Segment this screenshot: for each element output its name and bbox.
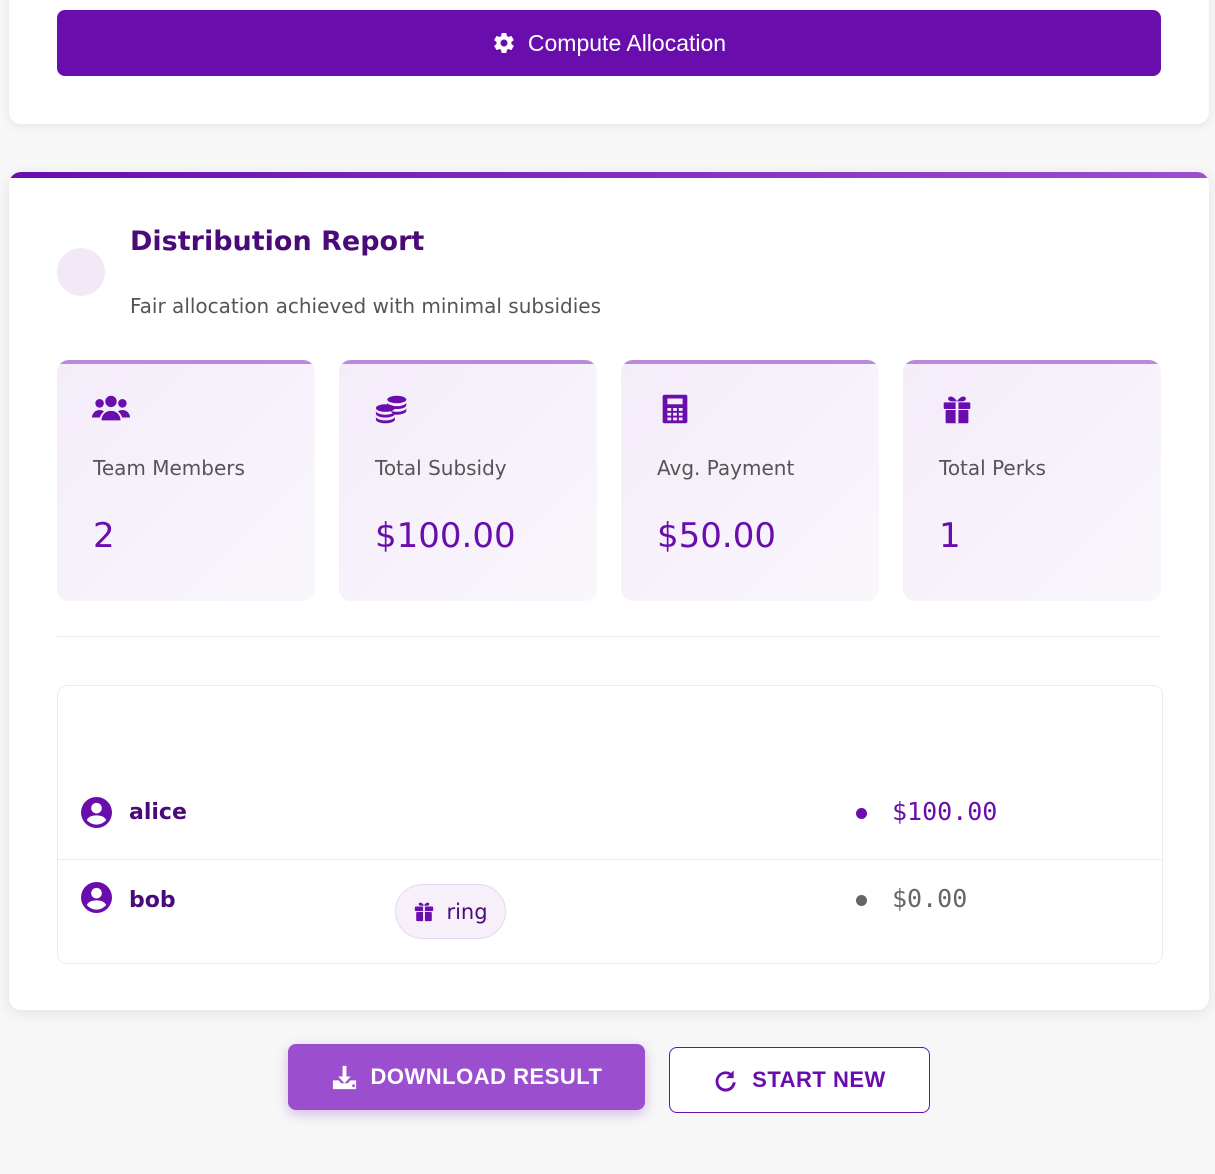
user-circle-icon: [81, 882, 112, 913]
stat-value: $100.00: [375, 516, 516, 556]
stat-card-total-perks: Total Perks 1: [903, 360, 1161, 601]
status-dot: [856, 808, 867, 819]
perk-label: ring: [446, 899, 488, 924]
table-row: bob ring $0.00: [58, 860, 1162, 963]
member-name: alice: [129, 800, 187, 825]
member-name: bob: [129, 888, 176, 913]
report-icon: [57, 248, 105, 296]
gift-icon: [938, 394, 976, 424]
start-new-label: START NEW: [752, 1067, 886, 1092]
member-amount: $0.00: [892, 884, 968, 913]
redo-icon: [713, 1068, 738, 1093]
coins-icon: [374, 394, 412, 424]
stat-card-total-subsidy: Total Subsidy $100.00: [339, 360, 597, 601]
user-circle-icon: [81, 797, 112, 828]
member-amount: $100.00: [892, 797, 998, 826]
stat-value: $50.00: [657, 516, 776, 556]
stat-value: 1: [939, 516, 961, 556]
gift-icon: [413, 901, 435, 923]
table-row: alice $100.00: [58, 770, 1162, 860]
compute-allocation-button[interactable]: Compute Allocation: [57, 10, 1161, 76]
divider: [57, 636, 1161, 637]
stat-label: Avg. Payment: [657, 456, 795, 480]
stat-value: 2: [93, 516, 115, 556]
stat-card-team-members: Team Members 2: [57, 360, 315, 601]
start-new-button[interactable]: START NEW: [669, 1047, 930, 1113]
download-result-label: DOWNLOAD RESULT: [370, 1064, 603, 1089]
gear-icon: [492, 31, 516, 55]
stat-label: Team Members: [93, 456, 245, 480]
download-result-button[interactable]: DOWNLOAD RESULT: [288, 1044, 645, 1110]
report-title: Distribution Report: [130, 226, 425, 257]
stat-label: Total Subsidy: [375, 456, 507, 480]
stat-card-avg-payment: Avg. Payment $50.00: [621, 360, 879, 601]
compute-allocation-label: Compute Allocation: [527, 29, 727, 56]
status-dot: [856, 895, 867, 906]
stat-label: Total Perks: [939, 456, 1046, 480]
perk-chip: ring: [395, 884, 506, 939]
download-icon: [331, 1064, 358, 1091]
settings-card: Compute Allocation: [9, 0, 1209, 124]
report-subtitle: Fair allocation achieved with minimal su…: [130, 294, 602, 318]
calculator-icon: [656, 394, 694, 424]
users-icon: [92, 394, 130, 424]
distribution-report-card: Distribution Report Fair allocation achi…: [9, 172, 1209, 1010]
allocation-table: alice $100.00 bob ring $0.00: [57, 685, 1163, 964]
